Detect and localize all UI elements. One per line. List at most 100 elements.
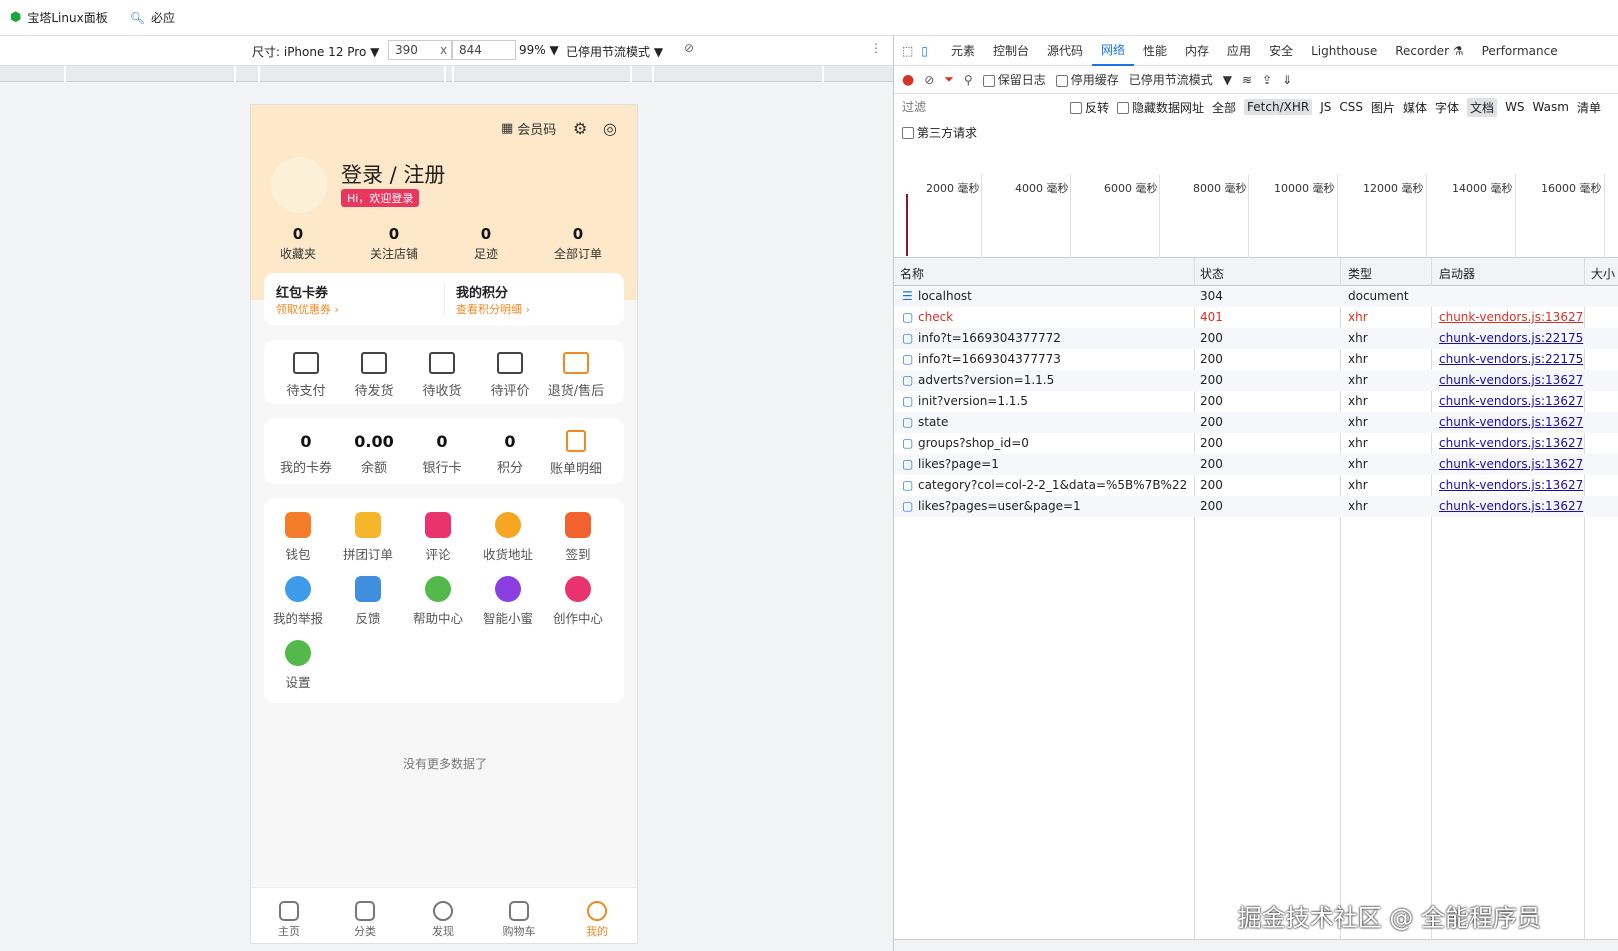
- service-feedback[interactable]: 反馈: [336, 576, 400, 627]
- tab-sources[interactable]: 源代码: [1038, 36, 1092, 66]
- filter-icon[interactable]: ⏷: [944, 72, 954, 87]
- table-row[interactable]: ▢ init?version=1.1.5 200 xhr chunk-vendors.j…: [894, 391, 1618, 412]
- stat-footprints[interactable]: 0 足迹: [441, 225, 531, 262]
- order-pending-shipment[interactable]: 待发货: [344, 352, 404, 399]
- request-initiator[interactable]: chunk-vendors.js:13627: [1439, 415, 1583, 429]
- filter-input[interactable]: [902, 98, 1062, 116]
- record-icon[interactable]: ●: [902, 72, 914, 88]
- type-manifest[interactable]: 清单: [1577, 99, 1601, 116]
- zoom-select[interactable]: 99% ▼: [519, 43, 559, 57]
- request-initiator[interactable]: chunk-vendors.js:13627: [1439, 478, 1583, 492]
- dropdown-icon[interactable]: ▼: [1223, 73, 1232, 87]
- points-link[interactable]: 我的积分 查看积分明细 ›: [456, 282, 530, 317]
- height-input[interactable]: 844: [452, 40, 516, 60]
- bookmark-bing[interactable]: 🔍︎ 必应: [130, 9, 175, 26]
- device-toggle-icon[interactable]: ▯: [921, 44, 928, 58]
- tab-security[interactable]: 安全: [1260, 36, 1302, 66]
- type-wasm[interactable]: Wasm: [1533, 100, 1569, 114]
- table-row[interactable]: ▢ groups?shop_id=0 200 xhr chunk-vendors.js:…: [894, 433, 1618, 454]
- order-pending-payment[interactable]: 待支付: [276, 352, 336, 399]
- tab-lighthouse[interactable]: Lighthouse: [1302, 36, 1386, 66]
- request-initiator[interactable]: chunk-vendors.js:13627: [1439, 499, 1583, 513]
- type-doc[interactable]: 文档: [1467, 97, 1498, 117]
- third-party-checkbox[interactable]: 第三方请求: [902, 124, 977, 141]
- throttle-select[interactable]: 已停用节流模式 ▼: [566, 43, 663, 60]
- table-row[interactable]: ▢ likes?pages=user&page=1 200 xhr chunk-vend…: [894, 496, 1618, 517]
- asset-coupons[interactable]: 0 我的卡券: [276, 432, 336, 476]
- type-js[interactable]: JS: [1320, 100, 1331, 114]
- request-initiator[interactable]: chunk-vendors.js:22175: [1439, 352, 1583, 366]
- login-register-link[interactable]: 登录 / 注册: [341, 159, 445, 189]
- type-img[interactable]: 图片: [1371, 99, 1395, 116]
- device-select[interactable]: 尺寸: iPhone 12 Pro ▼: [252, 43, 379, 60]
- col-initiator[interactable]: 启动器: [1439, 265, 1475, 282]
- service-assistant[interactable]: 智能小蜜: [476, 576, 540, 627]
- tab-cart[interactable]: 购物车: [489, 901, 549, 939]
- coupon-link[interactable]: 红包卡券 领取优惠券 ›: [276, 282, 339, 317]
- member-code-button[interactable]: ▦ 会员码: [501, 119, 556, 138]
- asset-bank-cards[interactable]: 0 银行卡: [412, 432, 472, 476]
- tab-memory[interactable]: 内存: [1176, 36, 1218, 66]
- type-fetch-xhr[interactable]: Fetch/XHR: [1244, 99, 1313, 115]
- tab-discover[interactable]: 发现: [413, 901, 473, 939]
- table-row[interactable]: ▢ state 200 xhr chunk-vendors.js:13627: [894, 412, 1618, 433]
- type-all[interactable]: 全部: [1212, 99, 1236, 116]
- table-row[interactable]: ▢ category?col=col-2-2_1&data=%5B%7B%22ca…: [894, 475, 1618, 496]
- type-ws[interactable]: WS: [1505, 100, 1524, 114]
- table-row[interactable]: ▢ check 401 xhr chunk-vendors.js:13627: [894, 307, 1618, 328]
- order-pending-receipt[interactable]: 待收货: [412, 352, 472, 399]
- search-icon[interactable]: ⚲: [964, 73, 973, 87]
- table-row[interactable]: ▢ info?t=1669304377773 200 xhr chunk-vendors…: [894, 349, 1618, 370]
- table-row[interactable]: ▢ likes?page=1 200 xhr chunk-vendors.js:1362…: [894, 454, 1618, 475]
- avatar[interactable]: [271, 157, 327, 213]
- order-pending-review[interactable]: 待评价: [480, 352, 540, 399]
- tab-performance-insights[interactable]: Performance: [1473, 36, 1567, 66]
- message-icon[interactable]: ◎: [603, 119, 617, 138]
- request-initiator[interactable]: chunk-vendors.js:13627: [1439, 310, 1583, 324]
- rotate-icon[interactable]: ⊘: [684, 41, 694, 55]
- service-comments[interactable]: 评论: [406, 512, 470, 563]
- more-icon[interactable]: ⋮: [870, 41, 882, 55]
- tab-mine[interactable]: 我的: [567, 901, 627, 939]
- tab-console[interactable]: 控制台: [984, 36, 1038, 66]
- invert-checkbox[interactable]: 反转: [1070, 99, 1109, 116]
- tab-recorder[interactable]: Recorder ⚗: [1386, 36, 1472, 66]
- request-initiator[interactable]: chunk-vendors.js:13627: [1439, 394, 1583, 408]
- service-address[interactable]: 收货地址: [476, 512, 540, 563]
- tab-network[interactable]: 网络: [1092, 36, 1135, 66]
- wifi-icon[interactable]: ≋: [1242, 73, 1252, 87]
- col-size[interactable]: 大小: [1591, 265, 1615, 282]
- stat-all-orders[interactable]: 0 全部订单: [533, 225, 623, 262]
- service-help[interactable]: 帮助中心: [406, 576, 470, 627]
- service-checkin[interactable]: 签到: [546, 512, 610, 563]
- service-reports[interactable]: 我的举报: [266, 576, 330, 627]
- clear-icon[interactable]: ⊘: [924, 73, 934, 87]
- service-wallet[interactable]: 钱包: [266, 512, 330, 563]
- tab-performance[interactable]: 性能: [1134, 36, 1176, 66]
- asset-points[interactable]: 0 积分: [480, 432, 540, 476]
- table-row[interactable]: ▢ info?t=1669304377772 200 xhr chunk-vendors…: [894, 328, 1618, 349]
- disable-cache-checkbox[interactable]: 停用缓存: [1055, 71, 1119, 88]
- col-status[interactable]: 状态: [1200, 265, 1224, 282]
- request-initiator[interactable]: chunk-vendors.js:13627: [1439, 436, 1583, 450]
- preserve-log-checkbox[interactable]: 保留日志: [982, 71, 1046, 88]
- asset-bill-details[interactable]: 账单明细: [546, 430, 606, 477]
- settings-icon[interactable]: ⚙: [573, 119, 587, 138]
- tab-elements[interactable]: 元素: [942, 36, 984, 66]
- type-media[interactable]: 媒体: [1403, 99, 1427, 116]
- hide-data-urls-checkbox[interactable]: 隐藏数据网址: [1117, 99, 1204, 116]
- stat-followed-shops[interactable]: 0 关注店铺: [349, 225, 439, 262]
- request-initiator[interactable]: chunk-vendors.js:13627: [1439, 457, 1583, 471]
- stat-favorites[interactable]: 0 收藏夹: [253, 225, 343, 262]
- col-name[interactable]: 名称: [900, 265, 924, 282]
- throttle-select[interactable]: 已停用节流模式: [1129, 71, 1213, 88]
- asset-balance[interactable]: 0.00 余额: [344, 432, 404, 476]
- inspect-icon[interactable]: ⬚: [902, 44, 913, 58]
- request-initiator[interactable]: chunk-vendors.js:13627: [1439, 373, 1583, 387]
- order-returns[interactable]: 退货/售后: [546, 352, 606, 399]
- table-row[interactable]: ▢ adverts?version=1.1.5 200 xhr chunk-vendor…: [894, 370, 1618, 391]
- col-type[interactable]: 类型: [1348, 265, 1372, 282]
- request-initiator[interactable]: chunk-vendors.js:22175: [1439, 331, 1583, 345]
- download-icon[interactable]: ⇓: [1282, 73, 1292, 87]
- service-group-orders[interactable]: 拼团订单: [336, 512, 400, 563]
